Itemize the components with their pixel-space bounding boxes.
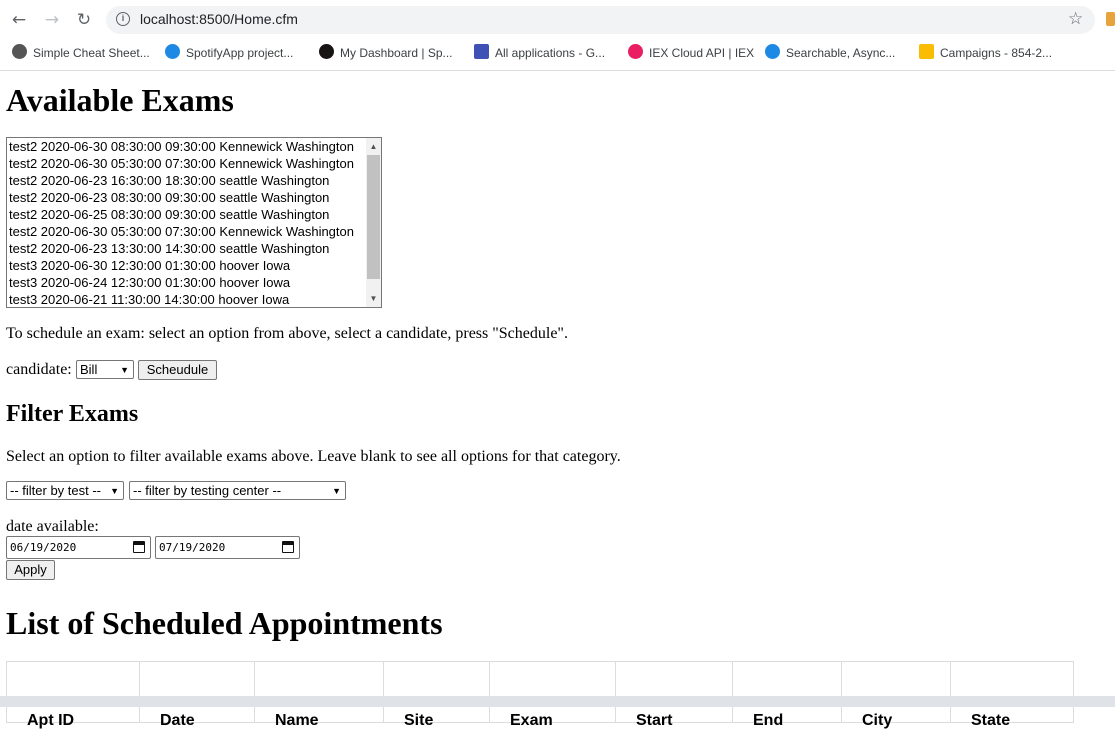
exam-option[interactable]: test2 2020-06-30 08:30:00 09:30:00 Kenne… [7,138,381,155]
candidate-select[interactable]: Bill ▼ [76,360,134,379]
exam-option[interactable]: test3 2020-06-24 12:30:00 01:30:00 hoove… [7,274,381,291]
column-header-name: Name [254,661,384,729]
sync-icon [165,44,180,60]
google-ads-icon [919,44,934,60]
exam-option[interactable]: test2 2020-06-30 05:30:00 07:30:00 Kenne… [7,155,381,172]
reload-icon[interactable]: ↻ [73,9,95,31]
filter-test-value: -- filter by test -- [10,483,102,498]
back-arrow-icon[interactable]: ← [8,9,30,31]
date-to-input[interactable]: 07/19/2020 [155,536,300,559]
filter-center-value: -- filter by testing center -- [133,483,282,498]
browser-toolbar: ← → ↻ i localhost:8500/Home.cfm ☆ [0,0,1115,40]
appointments-heading: List of Scheduled Appointments [6,605,443,641]
date-to-value: 07/19/2020 [159,541,226,554]
forward-arrow-icon[interactable]: → [41,9,63,31]
calendar-icon[interactable] [282,541,294,553]
exam-option[interactable]: test2 2020-06-30 05:30:00 07:30:00 Kenne… [7,223,381,240]
column-header-state: State [950,661,1074,729]
chevron-down-icon: ▼ [110,486,119,496]
candidate-selected-value: Bill [80,362,98,377]
schedule-instructions: To schedule an exam: select an option fr… [6,325,568,342]
column-header-start: Start [615,661,733,729]
appointments-table: Apt ID Date Name Site Exam Start End Cit… [6,661,1074,729]
filter-center-select[interactable]: -- filter by testing center -- ▼ [129,481,346,500]
calendar-icon[interactable] [133,541,145,553]
bookmark-iex-cloud[interactable]: IEX Cloud API | IEX [628,44,754,65]
address-bar[interactable]: i localhost:8500/Home.cfm [106,6,1095,34]
site-info-icon[interactable]: i [116,12,130,26]
candidate-label: candidate: [6,361,72,378]
date-from-input[interactable]: 06/19/2020 [6,536,151,559]
filter-exams-heading: Filter Exams [6,401,139,427]
bookmark-star-icon[interactable]: ☆ [1068,9,1083,29]
play-icon [474,44,489,60]
extension-icon[interactable] [1106,12,1115,26]
bookmark-applications[interactable]: All applications - G... [474,44,605,65]
available-exams-listbox[interactable]: test2 2020-06-30 08:30:00 09:30:00 Kenne… [6,137,382,308]
sync-icon [765,44,780,60]
column-header-end: End [732,661,842,729]
bookmark-campaigns[interactable]: Campaigns - 854-2... [919,44,1052,65]
filter-instructions: Select an option to filter available exa… [6,448,621,465]
column-header-date: Date [139,661,255,729]
column-header-city: City [841,661,951,729]
date-from-value: 06/19/2020 [10,541,77,554]
spotify-icon [319,44,334,60]
exam-option[interactable]: test3 2020-06-21 11:30:00 14:30:00 hoove… [7,291,381,307]
listbox-scrollbar-thumb[interactable] [367,155,380,279]
github-icon [12,44,27,60]
chevron-down-icon: ▼ [332,486,341,496]
scroll-down-icon[interactable]: ▼ [366,291,381,306]
chevron-down-icon: ▼ [120,365,129,375]
bookmark-dashboard[interactable]: My Dashboard | Sp... [319,44,453,65]
column-header-site: Site [383,661,490,729]
iex-icon [628,44,643,60]
bookmark-searchable[interactable]: Searchable, Async... [765,44,895,65]
schedule-button[interactable]: Scheudule [138,360,217,380]
column-header-exam: Exam [489,661,616,729]
taskbar [0,696,1115,707]
address-url[interactable]: localhost:8500/Home.cfm [140,11,298,27]
exam-option[interactable]: test2 2020-06-23 16:30:00 18:30:00 seatt… [7,172,381,189]
bookmark-cheat-sheet[interactable]: Simple Cheat Sheet... [12,44,150,65]
exam-option[interactable]: test3 2020-06-30 12:30:00 01:30:00 hoove… [7,257,381,274]
apply-button[interactable]: Apply [6,560,55,580]
date-available-label: date available: [6,518,99,535]
bookmark-spotifyapp[interactable]: SpotifyApp project... [165,44,293,65]
exam-option[interactable]: test2 2020-06-23 13:30:00 14:30:00 seatt… [7,240,381,257]
available-exams-heading: Available Exams [6,82,234,118]
filter-test-select[interactable]: -- filter by test -- ▼ [6,481,124,500]
exam-option[interactable]: test2 2020-06-23 08:30:00 09:30:00 seatt… [7,189,381,206]
scroll-up-icon[interactable]: ▲ [366,139,381,154]
bookmarks-bar: Simple Cheat Sheet... SpotifyApp project… [0,40,1115,71]
exam-option[interactable]: test2 2020-06-25 08:30:00 09:30:00 seatt… [7,206,381,223]
column-header-apt-id: Apt ID [6,661,140,729]
table-header-row: Apt ID Date Name Site Exam Start End Cit… [6,661,1074,729]
